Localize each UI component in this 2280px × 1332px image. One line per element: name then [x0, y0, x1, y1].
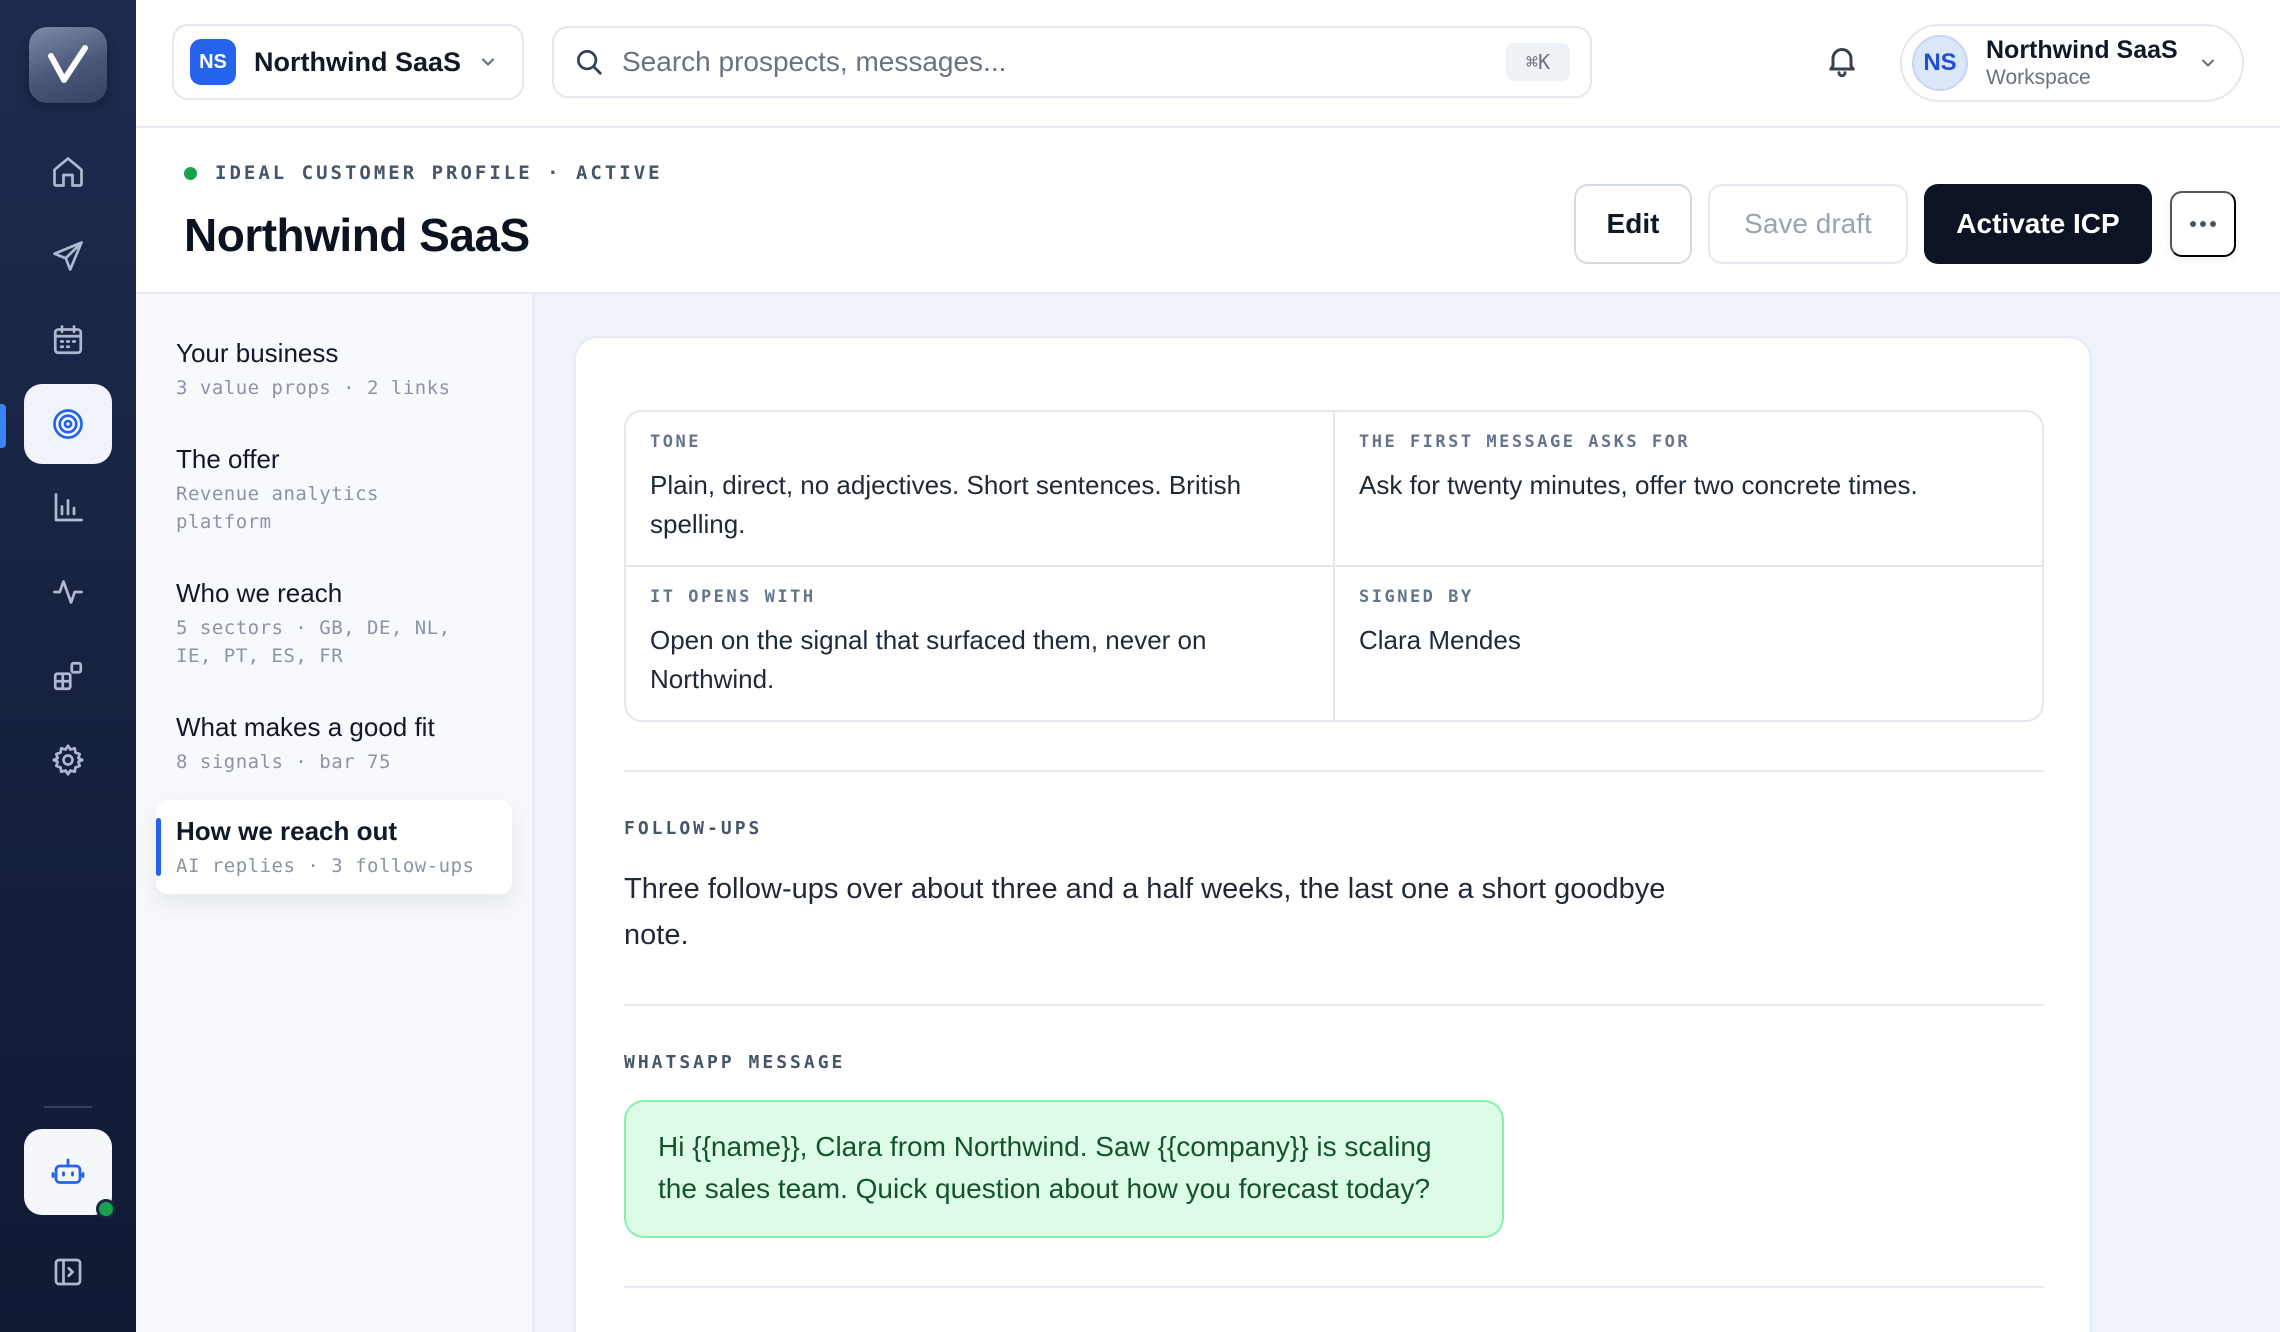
- followups-value: Three follow-ups over about three and a …: [624, 873, 1666, 951]
- activity-icon: [53, 580, 83, 604]
- section-meta: Revenue analytics platform: [176, 483, 379, 533]
- whatsapp-message-preview[interactable]: Hi {{name}}, Clara from Northwind. Saw {…: [624, 1100, 1504, 1238]
- signed-by-value: Clara Mendes: [1359, 625, 1521, 655]
- avatar: NS: [1912, 35, 1968, 91]
- section-title: Your business: [176, 338, 339, 368]
- send-icon: [53, 241, 83, 271]
- tone-value: Plain, direct, no adjectives. Short sent…: [650, 470, 1242, 539]
- chevron-down-icon: [481, 58, 495, 66]
- search-shortcut: ⌘K: [1506, 43, 1570, 81]
- rail-divider: [44, 1106, 92, 1108]
- section-title: The offer: [176, 444, 280, 474]
- status-dot: [184, 166, 197, 180]
- followups-label: FOLLOW-UPS: [624, 818, 763, 839]
- eyebrow-text: IDEAL CUSTOMER PROFILE · ACTIVE: [215, 162, 663, 184]
- top-bar: NS Northwind SaaS ⌘K NS Northwind SaaS W…: [136, 0, 2280, 128]
- rail-settings[interactable]: [24, 720, 112, 800]
- tone-cell[interactable]: TONE Plain, direct, no adjectives. Short…: [626, 412, 1335, 567]
- rail-active-indicator: [0, 404, 6, 448]
- section-title: Who we reach: [176, 578, 343, 608]
- section-your-business[interactable]: Your business 3 value props · 2 links: [156, 336, 512, 402]
- signed-by-cell[interactable]: SIGNED BY Clara Mendes: [1335, 567, 2042, 720]
- sidebar-toggle-icon: [54, 1258, 82, 1286]
- gear-icon: [52, 744, 84, 776]
- chevron-down-icon: [2201, 59, 2215, 67]
- section-how-we-reach-out[interactable]: How we reach out AI replies · 3 follow-u…: [156, 800, 512, 894]
- rail-activity[interactable]: [24, 552, 112, 632]
- page-header: IDEAL CUSTOMER PROFILE · ACTIVE Northwin…: [136, 128, 2280, 294]
- rail-calendar[interactable]: [24, 300, 112, 380]
- icp-sections-nav: Your business 3 value props · 2 links Th…: [136, 294, 534, 1332]
- integrations-icon: [53, 661, 83, 691]
- account-subtitle: Workspace: [1986, 66, 2091, 89]
- divider: [624, 770, 2044, 772]
- rail-campaigns[interactable]: [24, 216, 112, 296]
- bot-icon: [51, 1158, 85, 1184]
- account-text: Northwind SaaS Workspace: [1986, 35, 2178, 91]
- first-ask-label: THE FIRST MESSAGE ASKS FOR: [1359, 432, 1691, 452]
- section-the-offer[interactable]: The offer Revenue analytics platform: [156, 442, 512, 536]
- active-section-indicator: [156, 818, 161, 876]
- bar-chart-icon: [54, 493, 83, 522]
- first-ask-value: Ask for twenty minutes, offer two concre…: [1359, 470, 1918, 500]
- tone-label: TONE: [650, 432, 701, 452]
- section-good-fit[interactable]: What makes a good fit 8 signals · bar 75: [156, 710, 512, 776]
- workspace-badge: NS: [190, 39, 236, 85]
- assistant-online-dot: [96, 1199, 116, 1219]
- target-icon: [53, 409, 83, 439]
- status-eyebrow: IDEAL CUSTOMER PROFILE · ACTIVE: [184, 162, 663, 184]
- section-meta: 3 value props · 2 links: [176, 377, 451, 399]
- whatsapp-label: WHATSAPP MESSAGE: [624, 1052, 846, 1073]
- page-title: Northwind SaaS: [184, 209, 530, 261]
- rail-home[interactable]: [24, 132, 112, 212]
- divider: [624, 1286, 2044, 1288]
- activate-icp-button[interactable]: Activate ICP: [1924, 184, 2152, 264]
- search-input[interactable]: [622, 46, 1506, 78]
- account-name: Northwind SaaS: [1986, 36, 2178, 64]
- opens-with-label: IT OPENS WITH: [650, 587, 816, 607]
- outreach-card: TONE Plain, direct, no adjectives. Short…: [574, 336, 2092, 1332]
- account-menu[interactable]: NS Northwind SaaS Workspace: [1900, 24, 2244, 102]
- notifications-button[interactable]: [1824, 42, 1864, 82]
- section-meta: AI replies · 3 follow-ups: [176, 855, 475, 877]
- search-bar[interactable]: ⌘K: [552, 26, 1592, 98]
- section-title: What makes a good fit: [176, 712, 435, 742]
- section-meta: 5 sectors · GB, DE, NL, IE, PT, ES, FR: [176, 617, 451, 667]
- rail-analytics[interactable]: [24, 468, 112, 548]
- section-title: How we reach out: [176, 816, 398, 846]
- divider: [624, 1004, 2044, 1006]
- home-icon: [53, 157, 83, 187]
- rail-integrations[interactable]: [24, 636, 112, 716]
- edit-button[interactable]: Edit: [1574, 184, 1692, 264]
- main-content: TONE Plain, direct, no adjectives. Short…: [534, 294, 2280, 1332]
- rail-assistant[interactable]: [24, 1129, 116, 1219]
- opens-with-cell[interactable]: IT OPENS WITH Open on the signal that su…: [626, 567, 1335, 720]
- app-logo[interactable]: [29, 27, 107, 103]
- rail-icp[interactable]: [24, 384, 112, 464]
- search-icon: [577, 50, 602, 75]
- workspace-selector[interactable]: NS Northwind SaaS: [172, 24, 524, 100]
- save-draft-button[interactable]: Save draft: [1708, 184, 1908, 264]
- check-logo-icon: [48, 45, 88, 83]
- more-options-button[interactable]: [2170, 191, 2236, 257]
- rail-collapse[interactable]: [24, 1232, 112, 1312]
- bell-icon: [1829, 48, 1855, 78]
- calendar-icon: [53, 325, 83, 355]
- section-meta: 8 signals · bar 75: [176, 751, 391, 773]
- first-ask-cell[interactable]: THE FIRST MESSAGE ASKS FOR Ask for twent…: [1335, 412, 2042, 567]
- signed-by-label: SIGNED BY: [1359, 587, 1474, 607]
- workspace-name: Northwind SaaS: [254, 46, 462, 77]
- section-who-we-reach[interactable]: Who we reach 5 sectors · GB, DE, NL, IE,…: [156, 576, 512, 670]
- left-rail: [0, 0, 136, 1332]
- outreach-settings-grid: TONE Plain, direct, no adjectives. Short…: [624, 410, 2044, 722]
- more-horizontal-icon: [2190, 221, 2216, 227]
- opens-with-value: Open on the signal that surfaced them, n…: [650, 625, 1207, 694]
